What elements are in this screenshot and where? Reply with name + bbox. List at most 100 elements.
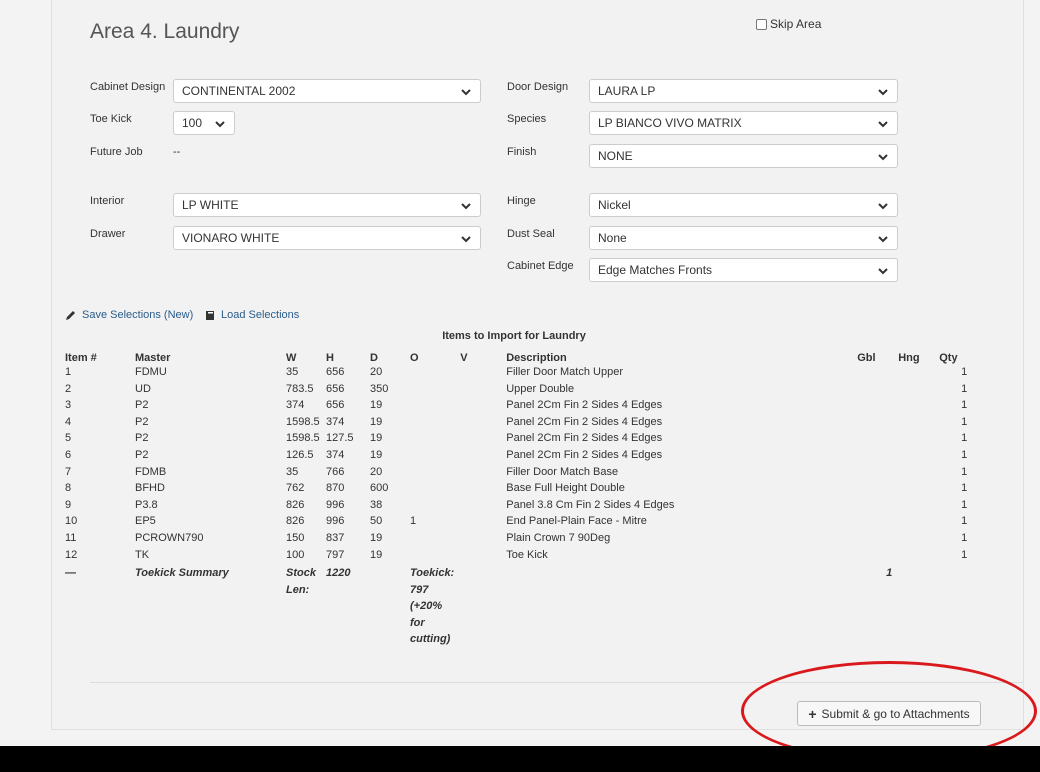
cell-hng [895, 399, 936, 416]
cell-v [457, 432, 503, 449]
cabinet-design-select[interactable]: CONTINENTAL 2002 [173, 79, 481, 103]
cell-d: 38 [370, 498, 383, 511]
cell-qty: 1 [961, 399, 968, 412]
interior-value: LP WHITE [182, 198, 239, 212]
cabinet-design-value: CONTINENTAL 2002 [182, 84, 296, 98]
cell-v [457, 499, 503, 516]
plus-icon: + [808, 705, 817, 722]
table-row: 7 FDMB 35 766 20 Filler Door Match Base 1 [62, 466, 970, 483]
cell-desc: Plain Crown 7 90Deg [506, 531, 611, 544]
skip-area-label: Skip Area [770, 17, 822, 31]
cell-o [407, 399, 457, 416]
finish-select[interactable]: NONE [589, 144, 898, 168]
header-item: Item # [65, 351, 97, 364]
cell-hng [895, 383, 936, 400]
load-selections-label: Load Selections [221, 309, 300, 321]
cell-master: BFHD [135, 482, 165, 495]
checkbox-box[interactable] [756, 18, 767, 30]
cell-v [457, 482, 503, 499]
cell-item: 4 [65, 415, 72, 428]
cell-qty: 1 [961, 366, 968, 378]
cell-master: TK [135, 548, 150, 561]
cell-gbl [854, 499, 895, 516]
cell-gbl [854, 416, 895, 433]
drawer-select[interactable]: VIONARO WHITE [173, 226, 481, 250]
dust-seal-select[interactable]: None [589, 226, 898, 250]
cell-d: 50 [370, 515, 383, 528]
cell-v [457, 416, 503, 433]
hinge-select[interactable]: Nickel [589, 193, 898, 217]
cell-o [407, 416, 457, 433]
cell-desc: Toe Kick [506, 548, 548, 561]
summary-cell-qty [936, 565, 970, 648]
cell-desc: Panel 2Cm Fin 2 Sides 4 Edges [506, 415, 663, 428]
cell-hng [895, 366, 936, 383]
chevron-down-icon [878, 268, 888, 275]
species-value: LP BIANCO VIVO MATRIX [598, 116, 742, 130]
cell-desc: Panel 2Cm Fin 2 Sides 4 Edges [506, 432, 663, 445]
summary-cell-w: Stock Len: [286, 567, 316, 596]
cell-d: 20 [370, 366, 383, 378]
chevron-down-icon [461, 203, 471, 210]
chevron-down-icon [878, 203, 888, 210]
cell-master: P3.8 [135, 498, 158, 511]
cell-gbl [854, 482, 895, 499]
cell-o [407, 383, 457, 400]
table-row: 11 PCROWN790 150 837 19 Plain Crown 7 90Deg 1 [62, 532, 970, 549]
cell-master: PCROWN790 [135, 531, 204, 544]
future-job-label: Future Job [90, 146, 143, 158]
drawer-value: VIONARO WHITE [182, 231, 280, 245]
header-v: V [460, 351, 468, 364]
divider [90, 682, 1023, 683]
cell-h: 374 [326, 415, 345, 428]
header-w: W [286, 351, 297, 364]
save-selections-link[interactable]: Save Selections (New) [65, 309, 193, 321]
cell-w: 826 [286, 515, 305, 528]
summary-row: — Toekick Summary Stock Len: 1220 Toekick: 7… [62, 565, 970, 648]
cabinet-edge-select[interactable]: Edge Matches Fronts [589, 258, 898, 282]
cell-v [457, 549, 503, 566]
cell-w: 35 [286, 366, 299, 378]
cell-w: 783.5 [286, 382, 314, 395]
cell-h: 797 [326, 548, 345, 561]
species-select[interactable]: LP BIANCO VIVO MATRIX [589, 111, 898, 135]
cell-h: 374 [326, 448, 345, 461]
dust-seal-label: Dust Seal [507, 228, 555, 240]
summary-cell-desc [503, 565, 854, 648]
cell-gbl [854, 466, 895, 483]
cell-item: 12 [65, 548, 78, 561]
cell-master: EP5 [135, 515, 156, 528]
cell-d: 19 [370, 548, 383, 561]
cell-qty: 1 [961, 482, 968, 495]
cell-o [407, 466, 457, 483]
summary-cell-hng [895, 565, 936, 648]
cell-o [407, 449, 457, 466]
cell-item: 11 [65, 531, 77, 544]
cell-o [407, 549, 457, 566]
cell-h: 870 [326, 482, 345, 495]
drawer-label: Drawer [90, 228, 126, 240]
toe-kick-select[interactable]: 100 [173, 111, 235, 135]
cell-o [407, 432, 457, 449]
cell-v [457, 449, 503, 466]
future-job-value: -- [173, 146, 181, 158]
header-description: Description [506, 351, 567, 364]
summary-cell-item: — [65, 567, 76, 580]
skip-area-checkbox[interactable]: Skip Area [756, 17, 821, 31]
pencil-icon [66, 310, 75, 320]
door-design-select[interactable]: LAURA LP [589, 79, 898, 103]
summary-cell-gbl: 1 [886, 567, 893, 580]
cell-hng [895, 449, 936, 466]
cell-gbl [854, 383, 895, 400]
cell-item: 8 [65, 482, 72, 495]
cell-desc: Filler Door Match Upper [506, 366, 623, 378]
interior-select[interactable]: LP WHITE [173, 193, 481, 217]
cell-item: 3 [65, 399, 72, 412]
cell-master: FDMB [135, 465, 167, 478]
cell-h: 656 [326, 399, 345, 412]
submit-attachments-button[interactable]: + Submit & go to Attachments [797, 701, 981, 726]
cell-h: 127.5 [326, 432, 354, 445]
cell-h: 656 [326, 366, 345, 378]
load-selections-link[interactable]: Load Selections [205, 309, 299, 321]
cell-w: 1598.5 [286, 432, 320, 445]
